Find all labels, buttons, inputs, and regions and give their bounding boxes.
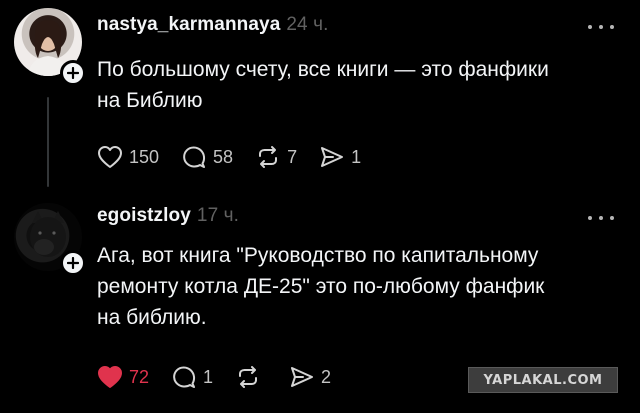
like-button[interactable]: 150 <box>97 142 159 172</box>
more-dots-icon[interactable] <box>588 213 614 223</box>
comment-bubble-icon <box>173 366 196 388</box>
post-actions: 150 58 7 1 <box>97 142 383 172</box>
heart-icon <box>98 366 122 388</box>
post-text: Ага, вот книга "Руководство по капитальн… <box>97 244 545 329</box>
share-count: 2 <box>321 366 332 387</box>
thread-connector-line <box>47 97 49 187</box>
repost-button[interactable]: 7 <box>255 142 297 172</box>
like-count: 150 <box>129 146 160 167</box>
plus-icon <box>67 257 79 269</box>
comment-bubble-icon <box>183 146 206 168</box>
repost-count: 7 <box>287 146 298 167</box>
username-link[interactable]: egoistzloy <box>97 205 191 226</box>
comment-button[interactable]: 1 <box>171 362 213 392</box>
post-header: egoistzloy 17 ч. <box>97 205 239 227</box>
send-icon <box>291 367 314 387</box>
follow-button[interactable] <box>60 60 86 86</box>
share-button[interactable]: 1 <box>319 142 361 172</box>
thread-post: nastya_karmannaya 24 ч. По большому счету… <box>0 0 640 195</box>
post-text: По большому счету, все книги — это фанфи… <box>97 58 549 112</box>
timestamp: 17 ч. <box>196 205 239 226</box>
comment-count: 58 <box>213 146 234 167</box>
post-actions: 72 1 2 <box>97 362 353 392</box>
share-count: 1 <box>351 146 362 167</box>
comment-count: 1 <box>203 366 214 387</box>
heart-icon <box>98 146 122 168</box>
send-icon <box>321 147 344 167</box>
like-button[interactable]: 72 <box>97 362 149 392</box>
more-dots-icon[interactable] <box>588 22 614 32</box>
repost-button[interactable] <box>235 362 267 392</box>
post-header: nastya_karmannaya 24 ч. <box>97 14 328 36</box>
follow-button[interactable] <box>60 250 86 276</box>
timestamp: 24 ч. <box>286 14 329 35</box>
comment-button[interactable]: 58 <box>181 142 233 172</box>
watermark-badge: YAPLAKAL.COM <box>468 367 618 393</box>
repost-icon <box>259 146 278 168</box>
like-count: 72 <box>129 366 150 387</box>
repost-icon <box>239 366 258 388</box>
plus-icon <box>67 67 79 79</box>
username-link[interactable]: nastya_karmannaya <box>97 14 280 35</box>
share-button[interactable]: 2 <box>289 362 331 392</box>
